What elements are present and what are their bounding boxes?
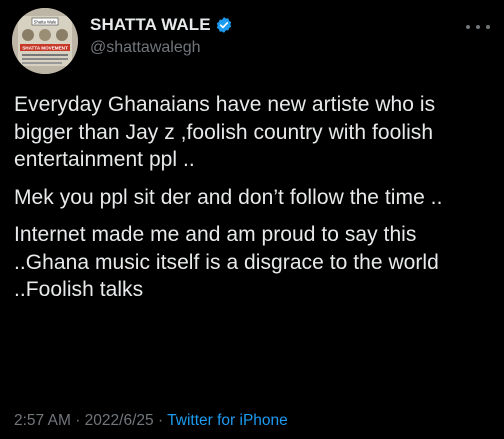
tweet-card: Shatta Wale SHATTA MOVEMENT SHATTA WALE	[0, 0, 504, 439]
meta-separator: ·	[157, 412, 164, 429]
more-options-icon[interactable]	[466, 20, 490, 34]
tweet-body: Everyday Ghanaians have new artiste who …	[14, 91, 494, 314]
tweet-paragraph: Mek you ppl sit der and don’t follow the…	[14, 185, 443, 209]
meta-separator: ·	[75, 412, 81, 429]
verified-badge-icon	[215, 16, 233, 34]
tweet-header: Shatta Wale SHATTA MOVEMENT SHATTA WALE	[12, 8, 492, 78]
tweet-source-link[interactable]: Twitter for iPhone	[167, 412, 288, 429]
display-name[interactable]: SHATTA WALE	[90, 15, 211, 35]
avatar-image: Shatta Wale SHATTA MOVEMENT	[12, 8, 78, 74]
avatar[interactable]: Shatta Wale SHATTA MOVEMENT	[12, 8, 78, 74]
name-row: SHATTA WALE	[90, 15, 233, 35]
avatar-banner-text: SHATTA MOVEMENT	[22, 46, 68, 51]
tweet-paragraph: Internet made me and am proud to say thi…	[14, 223, 439, 301]
tweet-meta: 2:57 AM · 2022/6/25 · Twitter for iPhone	[14, 412, 288, 430]
avatar-logo-text: Shatta Wale	[34, 20, 57, 25]
tweet-date[interactable]: 2022/6/25	[85, 412, 154, 429]
tweet-paragraph: Everyday Ghanaians have new artiste who …	[14, 93, 436, 171]
user-handle[interactable]: @shattawalegh	[90, 39, 233, 57]
tweet-time[interactable]: 2:57 AM	[14, 412, 71, 429]
user-info: SHATTA WALE @shattawalegh	[90, 15, 233, 57]
